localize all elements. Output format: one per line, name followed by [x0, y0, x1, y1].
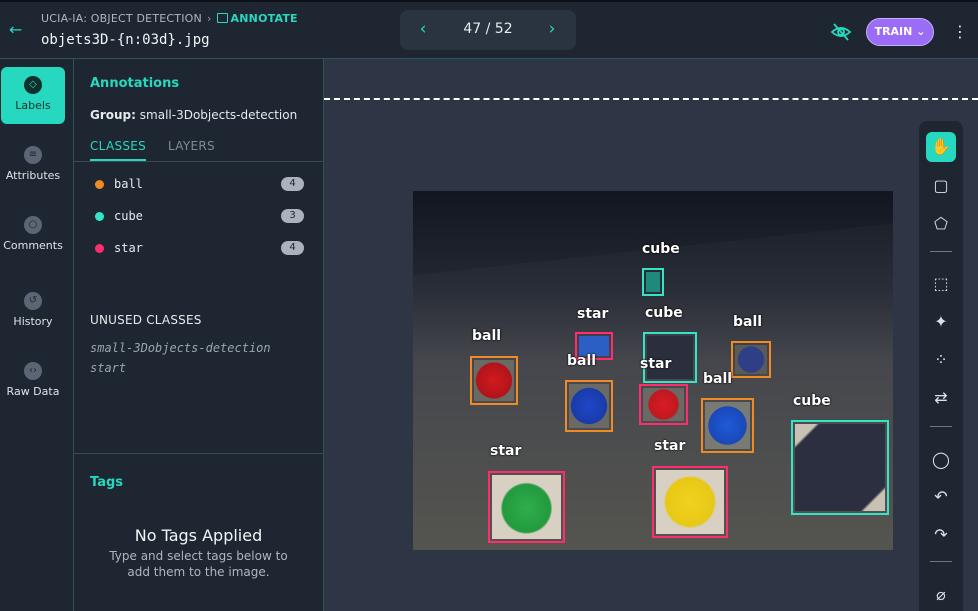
tag-icon: ◇ — [24, 76, 42, 94]
unused-class-item[interactable]: start — [90, 361, 126, 375]
bbox-star[interactable] — [639, 384, 688, 425]
chevron-down-icon: ⌄ — [916, 25, 926, 38]
hand-icon[interactable]: ✋ — [926, 132, 956, 162]
panel-title: Annotations — [90, 76, 180, 91]
annotation-label: ball — [703, 371, 733, 387]
tab-layers[interactable]: LAYERS — [168, 139, 215, 161]
list-icon: ≡ — [24, 146, 42, 164]
no-tags-title: No Tags Applied — [134, 526, 263, 545]
annotation-label: star — [577, 306, 609, 322]
no-tags-description: Type and select tags below to add them t… — [109, 549, 288, 579]
keypoints-icon[interactable]: ⁘ — [926, 345, 956, 375]
nav-label: Labels — [15, 99, 51, 112]
eye-off-icon[interactable] — [830, 22, 852, 42]
annotation-label: cube — [645, 305, 683, 321]
nav-label: History — [13, 315, 53, 328]
annotate-icon — [216, 13, 228, 23]
tags-section: Tags No Tags Applied Type and select tag… — [74, 453, 323, 611]
class-row-ball[interactable]: ball 4 — [90, 174, 304, 194]
nav-history[interactable]: ↺ History — [1, 283, 65, 340]
comment-icon[interactable]: ◯ — [926, 445, 956, 475]
class-name: star — [114, 241, 143, 255]
annotation-canvas[interactable]: cube star cube ball ball ball star ball … — [324, 59, 978, 611]
history-icon: ↺ — [24, 292, 42, 310]
swap-icon[interactable]: ⇄ — [926, 383, 956, 413]
toolbar-divider — [930, 251, 952, 252]
nav-raw-data[interactable]: ‹› Raw Data — [1, 353, 65, 410]
bbox-ball[interactable] — [470, 356, 518, 405]
unused-class-item[interactable]: small-3Dobjects-detection — [90, 341, 271, 355]
nav-comments[interactable]: ○ Comments — [1, 207, 65, 264]
next-image-button[interactable]: › — [542, 19, 562, 39]
annotation-label: star — [654, 438, 686, 454]
image-pager: ‹ 47 / 52 › — [400, 10, 576, 50]
more-options-icon[interactable]: ⋮ — [950, 20, 970, 44]
annotation-label: cube — [642, 241, 680, 257]
undo-icon[interactable]: ↶ — [926, 482, 956, 512]
annotation-label: ball — [472, 328, 502, 344]
nav-label: Comments — [3, 239, 63, 252]
bbox-icon[interactable]: ▢ — [926, 171, 956, 201]
bbox-ball[interactable] — [701, 398, 754, 453]
group-label: Group: — [90, 108, 136, 122]
annotations-panel: Annotations Group: small-3Dobjects-detec… — [74, 59, 324, 611]
file-name: objets3D-{n:03d}.jpg — [41, 32, 210, 48]
bbox-ball[interactable] — [731, 341, 771, 378]
breadcrumb-project[interactable]: UCIA-IA: OBJECT DETECTION — [41, 12, 202, 25]
class-row-star[interactable]: star 4 — [90, 238, 304, 258]
annotation-label: star — [490, 443, 522, 459]
toolbar-divider — [930, 426, 952, 427]
magic-select-icon[interactable]: ⬚ — [926, 269, 956, 299]
class-color-dot — [95, 244, 104, 253]
annotation-label: cube — [793, 393, 831, 409]
left-nav: ◇ Labels ≡ Attributes ○ Comments ↺ Histo… — [0, 59, 74, 611]
breadcrumb: UCIA-IA: OBJECT DETECTION › ANNOTATE — [41, 12, 298, 25]
code-icon: ‹› — [24, 362, 42, 380]
group-info: Group: small-3Dobjects-detection — [90, 108, 297, 122]
class-name: cube — [114, 209, 143, 223]
tags-title: Tags — [90, 475, 124, 490]
chevron-right-icon: › — [206, 12, 212, 25]
comment-icon: ○ — [24, 216, 42, 234]
annotated-image[interactable]: cube star cube ball ball ball star ball … — [413, 191, 893, 550]
tab-classes[interactable]: CLASSES — [90, 139, 147, 161]
train-button[interactable]: TRAIN ⌄ — [866, 18, 934, 46]
top-bar: ← UCIA-IA: OBJECT DETECTION › ANNOTATE obj… — [0, 0, 978, 59]
polygon-icon[interactable]: ⬠ — [926, 209, 956, 239]
annotation-label: ball — [733, 314, 763, 330]
class-row-cube[interactable]: cube 3 — [90, 206, 304, 226]
tool-palette: ✋ ▢ ⬠ ⬚ ✦ ⁘ ⇄ ◯ ↶ ↷ ⌀ — [919, 121, 963, 611]
class-name: ball — [114, 177, 143, 191]
nav-labels[interactable]: ◇ Labels — [1, 67, 65, 124]
class-count-badge: 3 — [281, 209, 304, 223]
bbox-star[interactable] — [652, 466, 728, 538]
nav-attributes[interactable]: ≡ Attributes — [1, 137, 65, 194]
class-count-badge: 4 — [281, 241, 304, 255]
bbox-cube[interactable] — [791, 420, 889, 515]
hide-icon[interactable]: ⌀ — [926, 580, 956, 610]
nav-label: Attributes — [5, 169, 61, 182]
group-value: small-3Dobjects-detection — [139, 108, 298, 122]
class-color-dot — [95, 212, 104, 221]
class-count-badge: 4 — [281, 177, 304, 191]
bbox-ball[interactable] — [565, 380, 613, 432]
annotation-label: star — [640, 356, 672, 372]
nav-label: Raw Data — [6, 385, 60, 398]
breadcrumb-mode: ANNOTATE — [216, 12, 298, 25]
class-color-dot — [95, 180, 104, 189]
redo-icon[interactable]: ↷ — [926, 520, 956, 550]
magic-wand-icon[interactable]: ✦ — [926, 307, 956, 337]
unused-classes-title: UNUSED CLASSES — [90, 313, 202, 327]
toolbar-divider — [930, 561, 952, 562]
back-arrow-icon[interactable]: ← — [9, 22, 25, 38]
bbox-star[interactable] — [488, 471, 565, 543]
bbox-cube[interactable] — [642, 268, 664, 296]
annotation-label: ball — [567, 353, 597, 369]
panel-tabs: CLASSES LAYERS — [74, 137, 323, 162]
dashed-guide-line — [324, 98, 978, 100]
